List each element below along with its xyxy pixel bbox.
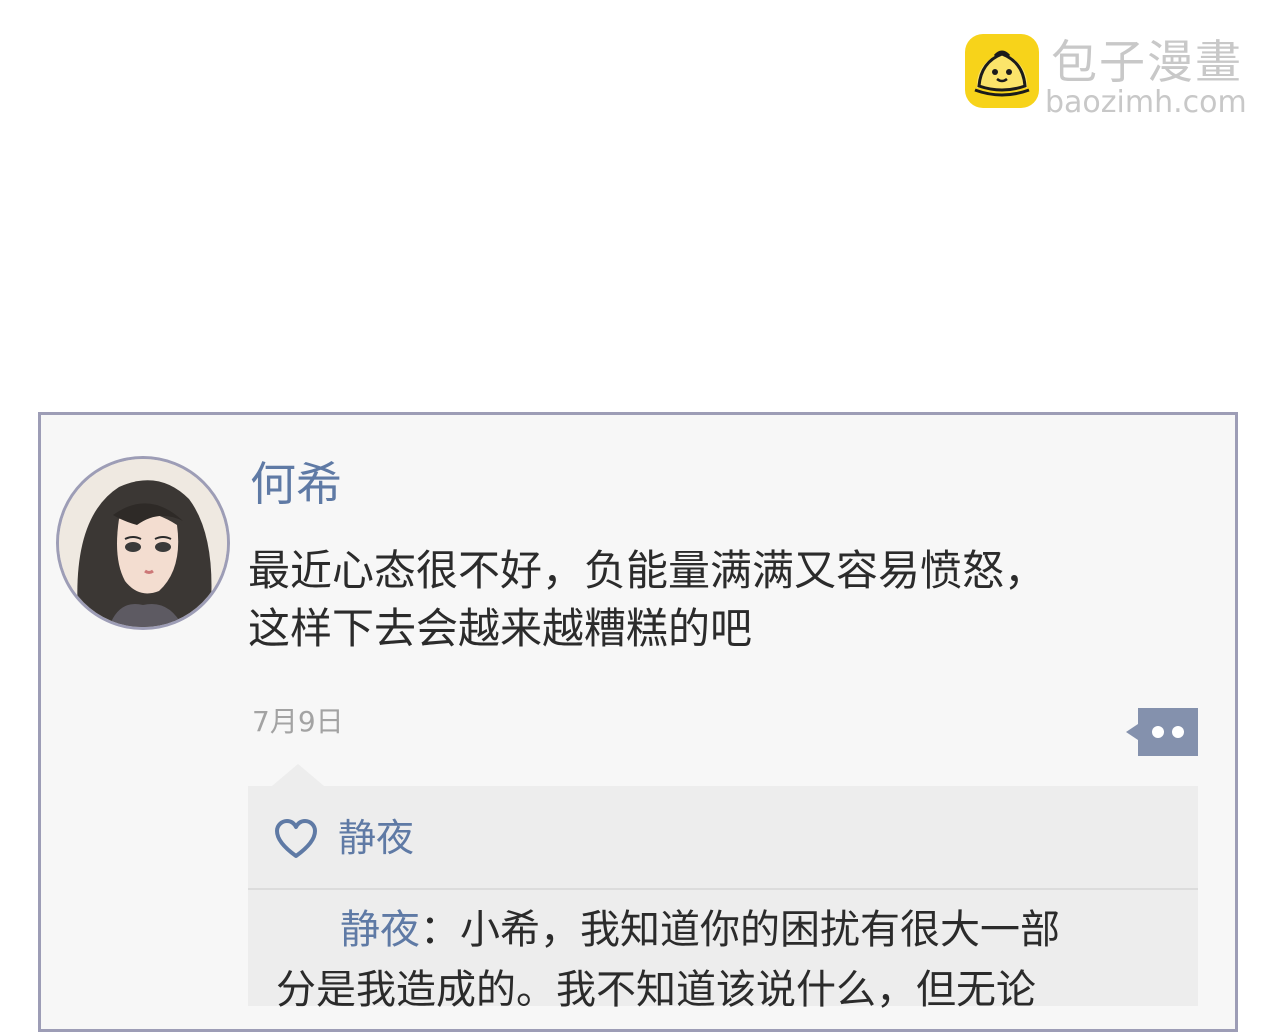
watermark: 包子漫畫 baozimh.com [965,34,1255,120]
comment-button[interactable] [1124,706,1200,758]
reply-author[interactable]: 静夜 [340,907,420,953]
reply-text: 静夜：小希，我知道你的困扰有很大一部 分是我造成的。我不知道该说什么，但无论 [276,900,1176,1020]
comment-bubble-icon [1126,708,1198,756]
reply-pointer [272,764,324,786]
reply-separator: ： [420,907,460,953]
watermark-domain: baozimh.com [1045,85,1247,120]
liker-name[interactable]: 静夜 [338,812,414,864]
post-text: 最近心态很不好，负能量满满又容易愤怒， 这样下去会越来越糟糕的吧 [248,542,1208,658]
reply-line-text: 小希，我知道你的困扰有很大一部 [460,907,1060,953]
reply-line: 分是我造成的。我不知道该说什么，但无论 [276,967,1036,1013]
likes-row: 静夜 [248,786,1198,890]
bun-logo-icon [965,34,1039,108]
heart-outline-icon[interactable] [274,818,318,860]
reply-line: 静夜：小希，我知道你的困扰有很大一部 [276,900,1176,960]
post-text-line: 最近心态很不好，负能量满满又容易愤怒， [248,546,1047,595]
post-text-line: 这样下去会越来越糟糕的吧 [248,604,753,653]
post-author-name[interactable]: 何希 [250,452,342,516]
post-date: 7月9日 [252,705,344,738]
avatar[interactable] [56,456,230,630]
watermark-title: 包子漫畫 [1051,35,1243,89]
